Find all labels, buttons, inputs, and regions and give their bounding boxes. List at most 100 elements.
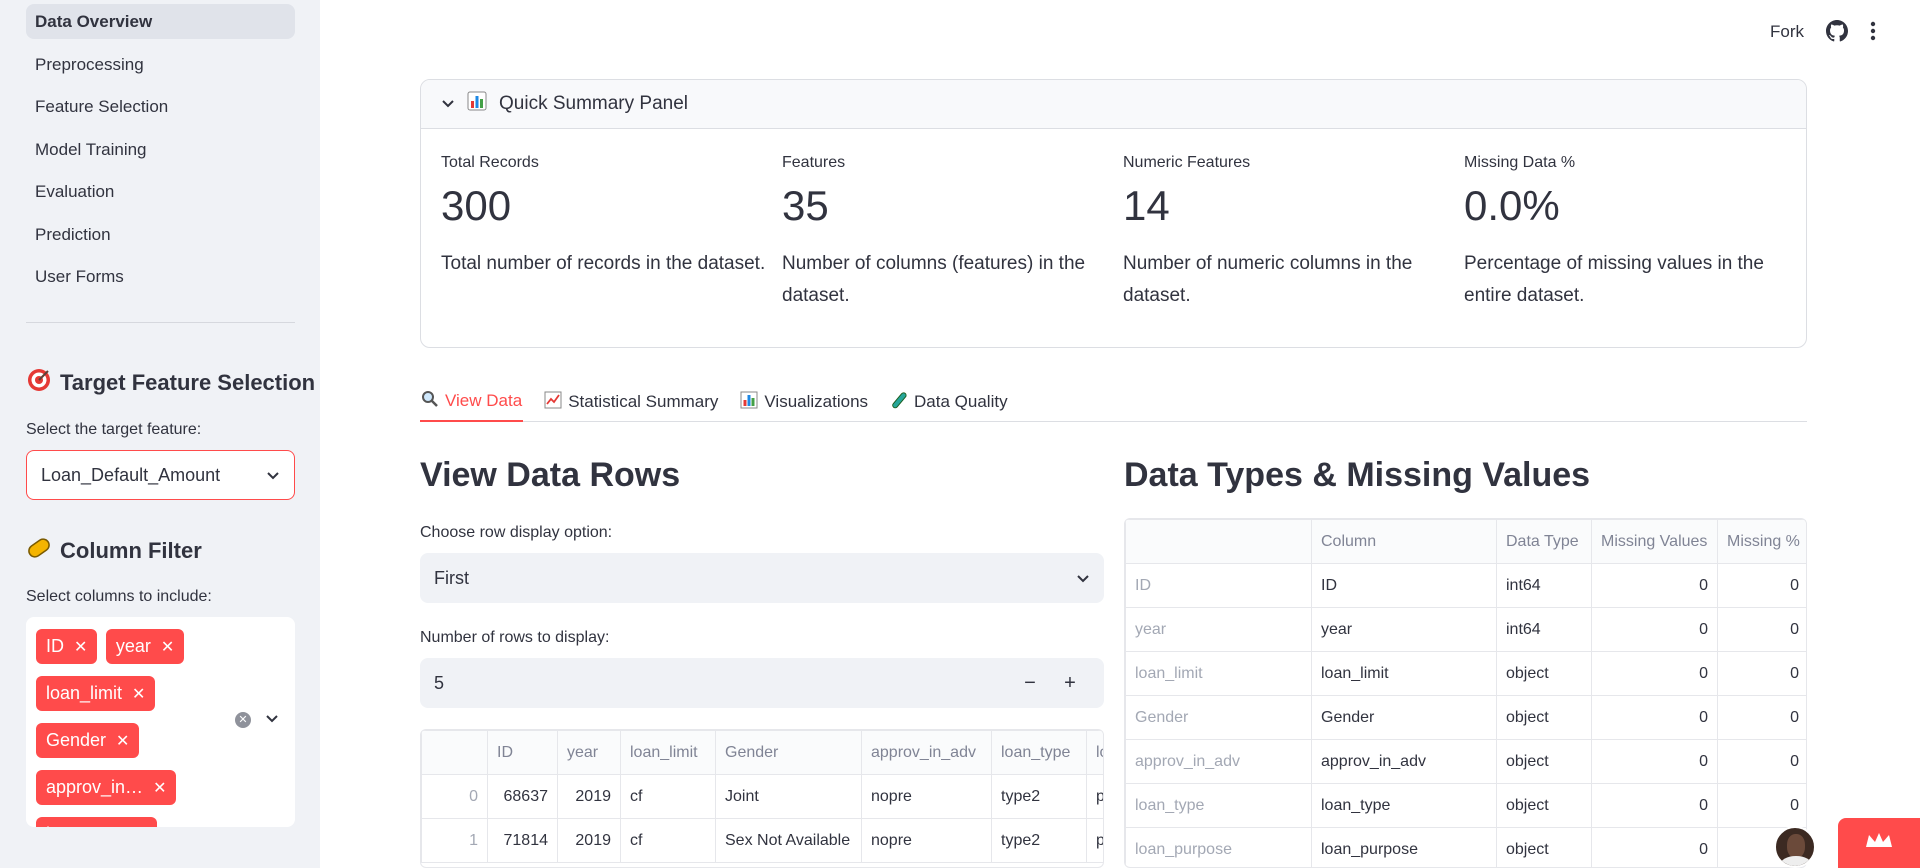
table-cell[interactable]: cf bbox=[620, 818, 716, 863]
table-cell[interactable]: 0 bbox=[1717, 607, 1806, 652]
table-cell[interactable]: object bbox=[1496, 827, 1592, 867]
nav-feature-selection[interactable]: Feature Selection bbox=[26, 89, 295, 124]
target-feature-select[interactable]: Loan_Default_Amount bbox=[26, 450, 295, 500]
tag-gender[interactable]: Gender ✕ bbox=[36, 723, 140, 758]
fork-link[interactable]: Fork bbox=[1770, 22, 1804, 42]
column-header[interactable] bbox=[421, 730, 488, 775]
rows-to-display-input[interactable]: 5 − + bbox=[420, 658, 1104, 708]
nav-data-overview[interactable]: Data Overview bbox=[26, 4, 295, 39]
data-rows-table[interactable]: ID year loan_limit Gender approv_in_adv … bbox=[420, 729, 1104, 868]
table-cell[interactable]: 0 bbox=[1717, 695, 1806, 740]
decrement-button[interactable]: − bbox=[1010, 672, 1050, 695]
table-cell[interactable]: object bbox=[1496, 739, 1592, 784]
target-feature-heading-text: Target Feature Selection bbox=[60, 370, 316, 395]
nav-prediction[interactable]: Prediction bbox=[26, 217, 295, 252]
nav-user-forms[interactable]: User Forms bbox=[26, 259, 295, 294]
table-cell[interactable]: type2 bbox=[991, 818, 1087, 863]
avatar[interactable] bbox=[1774, 826, 1816, 868]
table-cell[interactable]: loan_limit bbox=[1311, 651, 1497, 696]
table-cell[interactable]: nopre bbox=[861, 774, 992, 819]
table-cell[interactable]: 0 bbox=[1591, 827, 1718, 867]
increment-button[interactable]: + bbox=[1050, 672, 1090, 695]
tab-statistical-summary[interactable]: Statistical Summary bbox=[543, 382, 719, 422]
tab-view-data[interactable]: View Data bbox=[420, 382, 524, 422]
column-header[interactable]: Data Type bbox=[1496, 519, 1592, 564]
table-cell[interactable]: 2019 bbox=[557, 818, 621, 863]
data-types-heading: Data Types & Missing Values bbox=[1124, 456, 1591, 494]
table-cell[interactable]: 2019 bbox=[557, 774, 621, 819]
close-icon[interactable]: ✕ bbox=[74, 637, 87, 657]
sidebar-nav: Data Overview Preprocessing Feature Sele… bbox=[26, 4, 295, 302]
column-header[interactable]: ID bbox=[487, 730, 558, 775]
column-header[interactable]: Missing Values bbox=[1591, 519, 1718, 564]
table-cell[interactable]: 0 bbox=[1591, 783, 1718, 828]
nav-model-training[interactable]: Model Training bbox=[26, 132, 295, 167]
table-cell[interactable]: Sex Not Available bbox=[715, 818, 862, 863]
tag-id[interactable]: ID ✕ bbox=[36, 629, 98, 664]
more-menu-icon[interactable] bbox=[1870, 20, 1876, 46]
table-cell[interactable]: object bbox=[1496, 651, 1592, 696]
table-cell[interactable]: loan_type bbox=[1311, 783, 1497, 828]
column-filter-label: Select columns to include: bbox=[26, 588, 212, 605]
nav-evaluation[interactable]: Evaluation bbox=[26, 174, 295, 209]
table-cell[interactable]: 0 bbox=[1591, 695, 1718, 740]
table-cell[interactable]: object bbox=[1496, 695, 1592, 740]
quick-summary-header[interactable]: Quick Summary Panel bbox=[421, 80, 1806, 129]
nav-preprocessing[interactable]: Preprocessing bbox=[26, 47, 295, 82]
table-cell[interactable]: ID bbox=[1311, 563, 1497, 608]
target-feature-value: Loan_Default_Amount bbox=[41, 464, 221, 485]
table-cell[interactable]: 0 bbox=[1717, 783, 1806, 828]
table-cell[interactable]: type2 bbox=[991, 774, 1087, 819]
close-icon[interactable]: ✕ bbox=[116, 731, 129, 751]
column-header[interactable]: Missing % bbox=[1717, 519, 1806, 564]
table-cell[interactable]: 0 bbox=[1591, 651, 1718, 696]
table-cell[interactable]: nopre bbox=[861, 818, 992, 863]
streamlit-badge[interactable] bbox=[1838, 818, 1920, 868]
table-cell[interactable]: int64 bbox=[1496, 563, 1592, 608]
table-cell[interactable]: 0 bbox=[1591, 607, 1718, 652]
table-cell[interactable]: 71814 bbox=[487, 818, 558, 863]
table-cell[interactable]: Gender bbox=[1311, 695, 1497, 740]
column-header[interactable]: year bbox=[557, 730, 621, 775]
clear-all-icon[interactable]: ✕ bbox=[235, 712, 251, 728]
table-cell[interactable]: 0 bbox=[1591, 563, 1718, 608]
table-cell[interactable]: 0 bbox=[1717, 739, 1806, 784]
metric-description: Total number of records in the dataset. bbox=[441, 253, 766, 274]
tab-data-quality[interactable]: Data Quality bbox=[889, 382, 1009, 422]
table-cell[interactable]: 0 bbox=[1717, 563, 1806, 608]
rows-to-display-value[interactable]: 5 bbox=[434, 673, 1010, 694]
table-cell[interactable]: approv_in_adv bbox=[1311, 739, 1497, 784]
column-header[interactable]: approv_in_adv bbox=[861, 730, 992, 775]
column-header[interactable]: loan_type bbox=[991, 730, 1087, 775]
data-types-table[interactable]: Column Data Type Missing Values Missing … bbox=[1124, 518, 1807, 868]
github-icon[interactable] bbox=[1826, 20, 1848, 47]
tag-loan-limit[interactable]: loan_limit ✕ bbox=[36, 676, 156, 711]
close-icon[interactable]: ✕ bbox=[132, 684, 145, 704]
column-multiselect[interactable]: ID ✕ year ✕ loan_limit ✕ Gender ✕ approv_in…… bbox=[26, 617, 295, 827]
tag-year[interactable]: year ✕ bbox=[105, 629, 185, 664]
tag-approv-in-adv[interactable]: approv_in… ✕ bbox=[36, 770, 177, 805]
table-cell[interactable]: Joint bbox=[715, 774, 862, 819]
table-cell[interactable]: 68637 bbox=[487, 774, 558, 819]
table-cell[interactable]: 0 bbox=[1591, 739, 1718, 784]
tag-loan-type[interactable]: loan_type ✕ bbox=[36, 817, 158, 828]
table-cell[interactable]: cf bbox=[620, 774, 716, 819]
column-header[interactable]: lo bbox=[1086, 730, 1103, 775]
table-cell[interactable]: 0 bbox=[1717, 651, 1806, 696]
close-icon[interactable]: ✕ bbox=[161, 637, 174, 657]
column-header[interactable] bbox=[1125, 519, 1312, 564]
row-display-option-select[interactable]: First bbox=[420, 553, 1104, 603]
table-cell[interactable]: object bbox=[1496, 783, 1592, 828]
column-header[interactable]: loan_limit bbox=[620, 730, 716, 775]
table-cell[interactable]: int64 bbox=[1496, 607, 1592, 652]
column-header[interactable]: Gender bbox=[715, 730, 862, 775]
close-icon[interactable]: ✕ bbox=[134, 825, 147, 828]
table-cell[interactable]: year bbox=[1311, 607, 1497, 652]
chevron-down-icon[interactable] bbox=[265, 711, 279, 729]
column-header[interactable]: Column bbox=[1311, 519, 1497, 564]
table-cell[interactable]: loan_purpose bbox=[1311, 827, 1497, 867]
tab-visualizations[interactable]: Visualizations bbox=[739, 382, 869, 422]
close-icon[interactable]: ✕ bbox=[153, 778, 166, 798]
table-cell[interactable]: p bbox=[1086, 818, 1103, 863]
table-cell[interactable]: p bbox=[1086, 774, 1103, 819]
